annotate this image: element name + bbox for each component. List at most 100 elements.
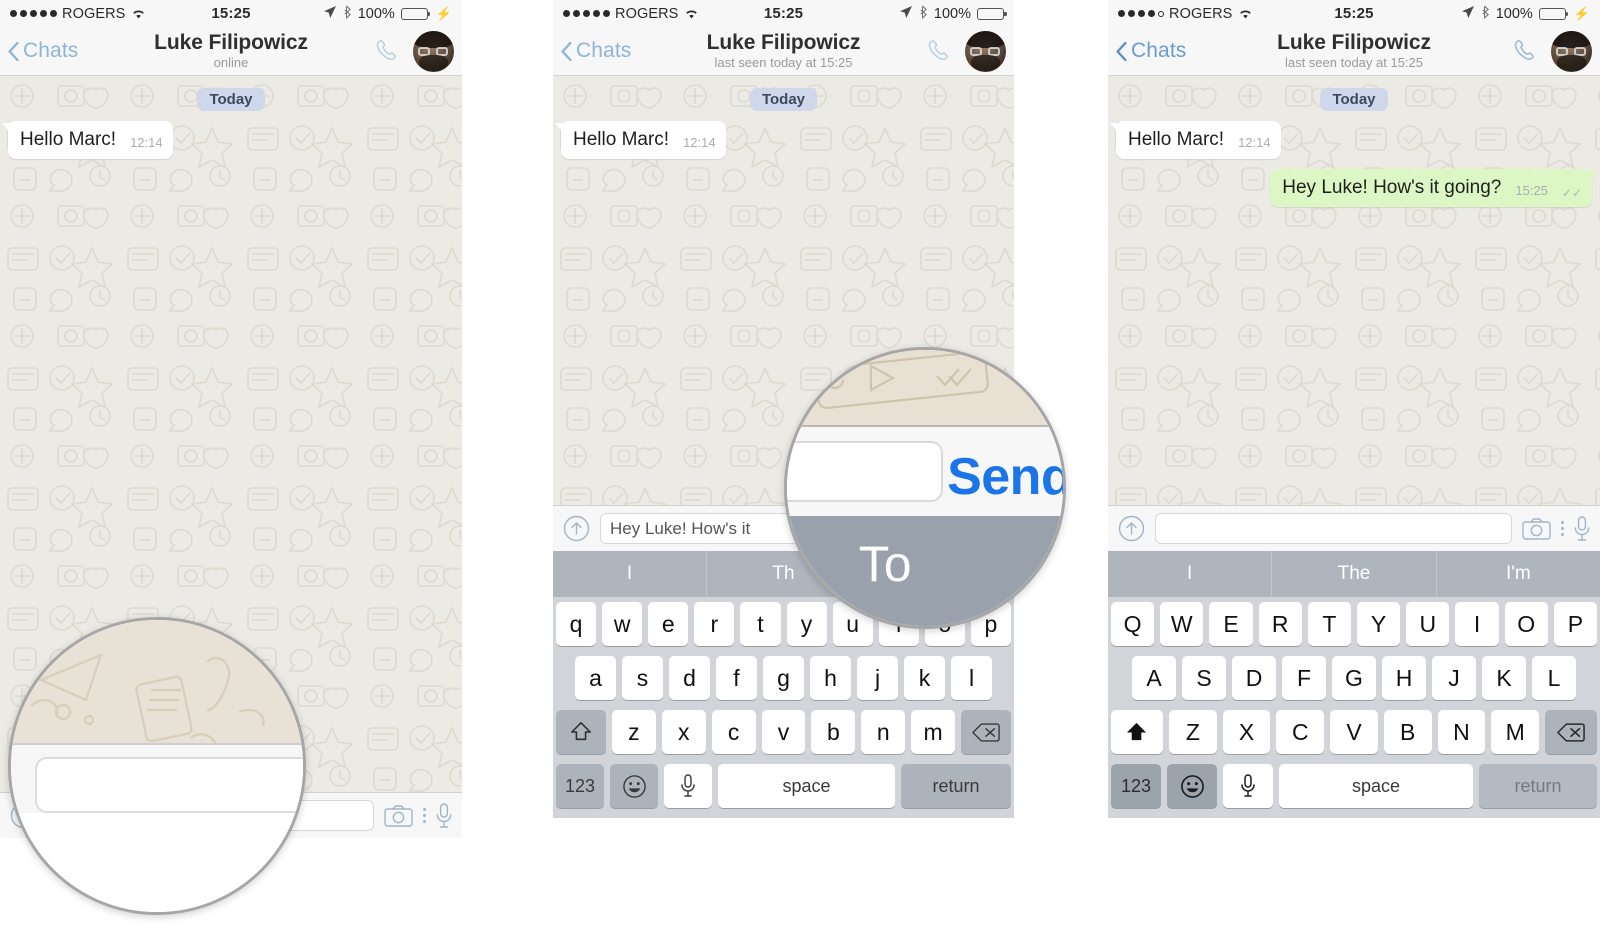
key-w[interactable]: W [1160, 602, 1204, 646]
phone-icon[interactable] [925, 37, 953, 65]
day-separator: Today [553, 76, 1014, 111]
microphone-icon [681, 774, 695, 797]
key-d[interactable]: d [669, 656, 710, 700]
more-vertical-icon[interactable] [423, 808, 426, 823]
key-r[interactable]: R [1258, 602, 1302, 646]
key-m[interactable]: M [1491, 710, 1540, 754]
key-v[interactable]: V [1330, 710, 1378, 754]
key-l[interactable]: L [1532, 656, 1576, 700]
magnified-prediction-item[interactable]: To [859, 535, 912, 593]
key-z[interactable]: Z [1168, 710, 1217, 754]
key-n[interactable]: n [861, 710, 906, 754]
message-bubble-incoming[interactable]: Hello Marc! 12:14 [2, 121, 173, 159]
phone-icon[interactable] [373, 37, 401, 65]
key-k[interactable]: K [1482, 656, 1526, 700]
dictation-key[interactable] [664, 764, 712, 808]
key-j[interactable]: J [1432, 656, 1476, 700]
return-key[interactable]: return [1479, 764, 1597, 808]
key-d[interactable]: D [1232, 656, 1276, 700]
camera-icon[interactable] [1522, 517, 1551, 541]
magnified-text-input-field[interactable] [787, 441, 943, 502]
emoji-key[interactable] [1167, 764, 1217, 808]
backspace-key[interactable] [961, 710, 1012, 754]
shift-key[interactable] [556, 710, 606, 754]
magnified-text-input-field[interactable] [35, 757, 303, 813]
key-c[interactable]: c [711, 710, 756, 754]
key-o[interactable]: O [1504, 602, 1548, 646]
message-bubble-incoming[interactable]: Hello Marc! 12:14 [555, 121, 726, 159]
return-key[interactable]: return [901, 764, 1011, 808]
key-q[interactable]: q [556, 602, 597, 646]
dictation-key[interactable] [1223, 764, 1273, 808]
backspace-key[interactable] [1545, 710, 1598, 754]
key-f[interactable]: F [1282, 656, 1326, 700]
key-r[interactable]: r [694, 602, 735, 646]
message-text: Hello Marc! [573, 129, 670, 150]
key-n[interactable]: N [1437, 710, 1486, 754]
key-a[interactable]: A [1132, 656, 1176, 700]
shift-key[interactable] [1110, 710, 1163, 754]
key-s[interactable]: S [1182, 656, 1226, 700]
key-x[interactable]: X [1222, 710, 1271, 754]
key-b[interactable]: b [811, 710, 856, 754]
key-a[interactable]: a [575, 656, 616, 700]
emoji-key[interactable] [610, 764, 658, 808]
numbers-key[interactable]: 123 [556, 764, 604, 808]
magnified-wallpaper [815, 350, 989, 410]
avatar[interactable] [413, 30, 454, 72]
avatar[interactable] [965, 30, 1006, 72]
key-t[interactable]: T [1307, 602, 1351, 646]
key-g[interactable]: G [1332, 656, 1376, 700]
microphone-icon[interactable] [436, 802, 452, 829]
key-b[interactable]: B [1383, 710, 1432, 754]
back-to-chats-button[interactable]: Chats [561, 39, 631, 63]
prediction-item[interactable]: The [1272, 551, 1437, 597]
key-w[interactable]: w [602, 602, 643, 646]
key-i[interactable]: I [1455, 602, 1499, 646]
space-key[interactable]: space [718, 764, 895, 808]
key-e[interactable]: e [648, 602, 689, 646]
key-j[interactable]: j [857, 656, 898, 700]
key-h[interactable]: h [810, 656, 851, 700]
back-to-chats-button[interactable]: Chats [1116, 39, 1186, 63]
key-q[interactable]: Q [1110, 602, 1155, 646]
attach-up-arrow-icon[interactable] [1118, 515, 1145, 542]
prediction-item[interactable]: I'm [1437, 551, 1600, 597]
key-u[interactable]: U [1406, 602, 1450, 646]
key-m[interactable]: m [911, 710, 956, 754]
more-vertical-icon[interactable] [1561, 521, 1564, 536]
key-y[interactable]: Y [1357, 602, 1401, 646]
message-bubble-incoming[interactable]: Hello Marc! 12:14 [1110, 121, 1281, 159]
key-l[interactable]: l [951, 656, 992, 700]
key-g[interactable]: g [763, 656, 804, 700]
numbers-key[interactable]: 123 [1111, 764, 1161, 808]
bluetooth-icon [1481, 5, 1490, 23]
phone-icon[interactable] [1511, 37, 1539, 65]
back-to-chats-button[interactable]: Chats [8, 39, 78, 63]
status-bar: ROGERS 15:25 100% ⚡ [0, 0, 462, 27]
key-f[interactable]: f [716, 656, 757, 700]
back-label: Chats [1131, 39, 1187, 62]
microphone-icon[interactable] [1574, 515, 1590, 542]
key-x[interactable]: x [661, 710, 706, 754]
send-button[interactable]: Send [947, 447, 1063, 507]
key-e[interactable]: E [1209, 602, 1253, 646]
chevron-left-icon [1116, 41, 1127, 61]
space-key[interactable]: space [1279, 764, 1473, 808]
key-h[interactable]: H [1382, 656, 1426, 700]
prediction-item[interactable]: I [553, 551, 707, 597]
key-c[interactable]: C [1276, 710, 1325, 754]
avatar[interactable] [1551, 30, 1592, 72]
key-t[interactable]: t [740, 602, 781, 646]
key-v[interactable]: v [761, 710, 806, 754]
prediction-item[interactable]: I [1108, 551, 1273, 597]
message-bubble-outgoing[interactable]: Hey Luke! How's it going? 15:25 ✓✓ [1270, 168, 1598, 207]
key-z[interactable]: z [612, 710, 656, 754]
key-s[interactable]: s [622, 656, 663, 700]
camera-icon[interactable] [384, 804, 413, 828]
wifi-icon [1238, 8, 1253, 20]
key-k[interactable]: k [904, 656, 945, 700]
message-input-field[interactable] [1155, 513, 1512, 544]
key-p[interactable]: P [1553, 602, 1598, 646]
attach-up-arrow-icon[interactable] [563, 515, 590, 542]
